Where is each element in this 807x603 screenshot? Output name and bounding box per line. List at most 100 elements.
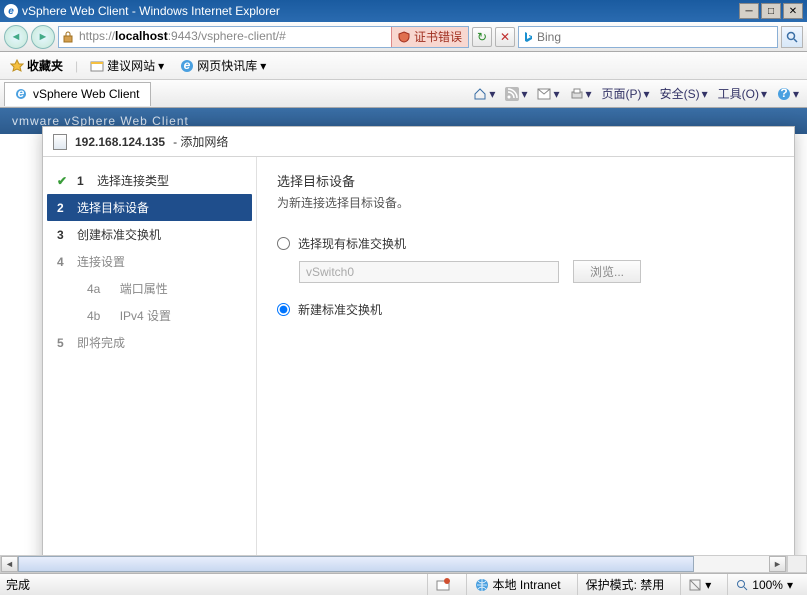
search-input[interactable]	[537, 30, 773, 44]
opt2-label: 新建标准交换机	[298, 301, 382, 318]
suggested-sites[interactable]: 建议网站 ▾	[86, 55, 168, 76]
opt1-label: 选择现有标准交换机	[298, 235, 406, 252]
scroll-thumb[interactable]	[18, 556, 694, 572]
rss-icon	[505, 87, 519, 101]
favorites-button[interactable]: 收藏夹	[6, 55, 67, 76]
scroll-left-button[interactable]: ◄	[1, 556, 18, 572]
search-go-button[interactable]	[781, 26, 803, 48]
address-bar[interactable]: https://localhost:9443/vsphere-client/# …	[58, 26, 469, 48]
step2-label: 选择目标设备	[77, 199, 149, 216]
step-connection-type[interactable]: ✔ 1 选择连接类型	[43, 167, 256, 194]
mail-button[interactable]: ▾	[537, 87, 559, 101]
svg-text:?: ?	[780, 87, 787, 100]
url-text: https://localhost:9443/vsphere-client/#	[77, 29, 391, 44]
feeds-button[interactable]: ▾	[505, 87, 527, 101]
zone-label: 本地 Intranet	[493, 576, 561, 593]
protected-mode: 保护模式: 禁用	[577, 574, 673, 595]
favorites-label: 收藏夹	[27, 57, 63, 74]
option-existing-switch[interactable]: 选择现有标准交换机	[277, 235, 774, 252]
step-ipv4-settings[interactable]: 4b IPv4 设置	[43, 302, 256, 329]
forward-button[interactable]: ►	[31, 25, 55, 49]
step-ready[interactable]: 5 即将完成	[43, 329, 256, 356]
web-slice[interactable]: e 网页快讯库 ▾	[176, 55, 270, 76]
step4b-label: IPv4 设置	[120, 307, 171, 324]
add-network-wizard: 192.168.124.135 - 添加网络 ✔ 1 选择连接类型 2 选择目标…	[42, 126, 795, 573]
browser-navbar: ◄ ► https://localhost:9443/vsphere-clien…	[0, 22, 807, 52]
command-toolbar: ▾ ▾ ▾ ▾ 页面(P) ▾ 安全(S) ▾ 工具(O) ▾ ?▾	[473, 85, 807, 102]
status-text: 完成	[6, 576, 30, 593]
radio-existing[interactable]	[277, 237, 290, 250]
zoom-value: 100%	[752, 578, 783, 592]
lock-error-icon	[59, 31, 77, 43]
existing-switch-input	[299, 261, 559, 283]
step-connection-settings[interactable]: 4 连接设置	[43, 248, 256, 275]
client-area: vmware vSphere Web Client 192.168.124.13…	[0, 108, 807, 573]
protect-label: 保护模式: 禁用	[586, 576, 665, 593]
tab-label: vSphere Web Client	[33, 87, 140, 101]
tools-menu[interactable]: 工具(O) ▾	[718, 85, 767, 102]
mail-icon	[537, 88, 551, 100]
browse-button: 浏览...	[573, 260, 641, 283]
step5-label: 即将完成	[77, 334, 125, 351]
compat-icon	[689, 579, 701, 591]
intranet-icon	[475, 578, 489, 592]
option-new-switch[interactable]: 新建标准交换机	[277, 301, 774, 318]
back-button[interactable]: ◄	[4, 25, 28, 49]
print-button[interactable]: ▾	[570, 87, 592, 101]
scroll-corner	[787, 555, 807, 573]
home-button[interactable]: ▾	[473, 87, 495, 101]
wizard-titlebar: 192.168.124.135 - 添加网络	[43, 127, 794, 157]
horizontal-scrollbar[interactable]: ◄ ►	[0, 555, 787, 573]
close-button[interactable]: ✕	[783, 3, 803, 19]
zoom-control[interactable]: 100% ▾	[727, 574, 801, 595]
wizard-content: 选择目标设备 为新连接选择目标设备。 选择现有标准交换机 浏览... 新建标准交…	[257, 157, 794, 572]
step-create-switch[interactable]: 3 创建标准交换机	[43, 221, 256, 248]
compat-button[interactable]: ▾	[680, 574, 719, 595]
window-title: vSphere Web Client - Windows Internet Ex…	[22, 4, 280, 18]
help-button[interactable]: ?▾	[777, 87, 799, 101]
minimize-button[interactable]: ─	[739, 3, 759, 19]
blocked-icon	[436, 578, 450, 592]
ie-icon: e	[4, 4, 18, 18]
popup-blocked-icon[interactable]	[427, 574, 458, 595]
star-icon	[10, 59, 24, 73]
refresh-button[interactable]: ↻	[472, 27, 492, 47]
cert-error-label: 证书错误	[414, 28, 462, 45]
step-target-device[interactable]: 2 选择目标设备	[47, 194, 252, 221]
scroll-track[interactable]	[18, 556, 769, 572]
security-zone[interactable]: 本地 Intranet	[466, 574, 569, 595]
slice-label: 网页快讯库	[197, 57, 257, 74]
step3-label: 创建标准交换机	[77, 226, 161, 243]
tab-vsphere[interactable]: e vSphere Web Client	[4, 82, 151, 106]
wizard-ip: 192.168.124.135	[75, 135, 165, 149]
certificate-error[interactable]: 证书错误	[391, 27, 468, 47]
maximize-button[interactable]: □	[761, 3, 781, 19]
page-menu[interactable]: 页面(P) ▾	[602, 85, 650, 102]
step4-label: 连接设置	[77, 253, 125, 270]
wizard-steps: ✔ 1 选择连接类型 2 选择目标设备 3 创建标准交换机 4 连接设置 4	[43, 157, 257, 572]
shield-error-icon	[398, 31, 410, 43]
svg-text:e: e	[18, 88, 25, 100]
search-box[interactable]	[518, 26, 778, 48]
status-bar: 完成 本地 Intranet 保护模式: 禁用 ▾ 100% ▾	[0, 573, 807, 595]
step-port-properties[interactable]: 4a 端口属性	[43, 275, 256, 302]
content-desc: 为新连接选择目标设备。	[277, 194, 774, 211]
favorites-bar: 收藏夹 | 建议网站 ▾ e 网页快讯库 ▾	[0, 52, 807, 80]
print-icon	[570, 87, 584, 101]
document-icon	[53, 134, 67, 150]
stop-button[interactable]: ✕	[495, 27, 515, 47]
safety-menu[interactable]: 安全(S) ▾	[660, 85, 708, 102]
ie-small-icon: e	[180, 59, 194, 73]
zoom-icon	[736, 579, 748, 591]
svg-text:e: e	[184, 59, 191, 72]
step4a-label: 端口属性	[120, 280, 168, 297]
window-titlebar: e vSphere Web Client - Windows Internet …	[0, 0, 807, 22]
home-icon	[473, 87, 487, 101]
suggested-label: 建议网站	[107, 57, 155, 74]
wizard-title-suffix: - 添加网络	[173, 133, 228, 150]
sites-icon	[90, 59, 104, 73]
bing-icon	[523, 31, 533, 43]
help-icon: ?	[777, 87, 791, 101]
scroll-right-button[interactable]: ►	[769, 556, 786, 572]
radio-new[interactable]	[277, 303, 290, 316]
